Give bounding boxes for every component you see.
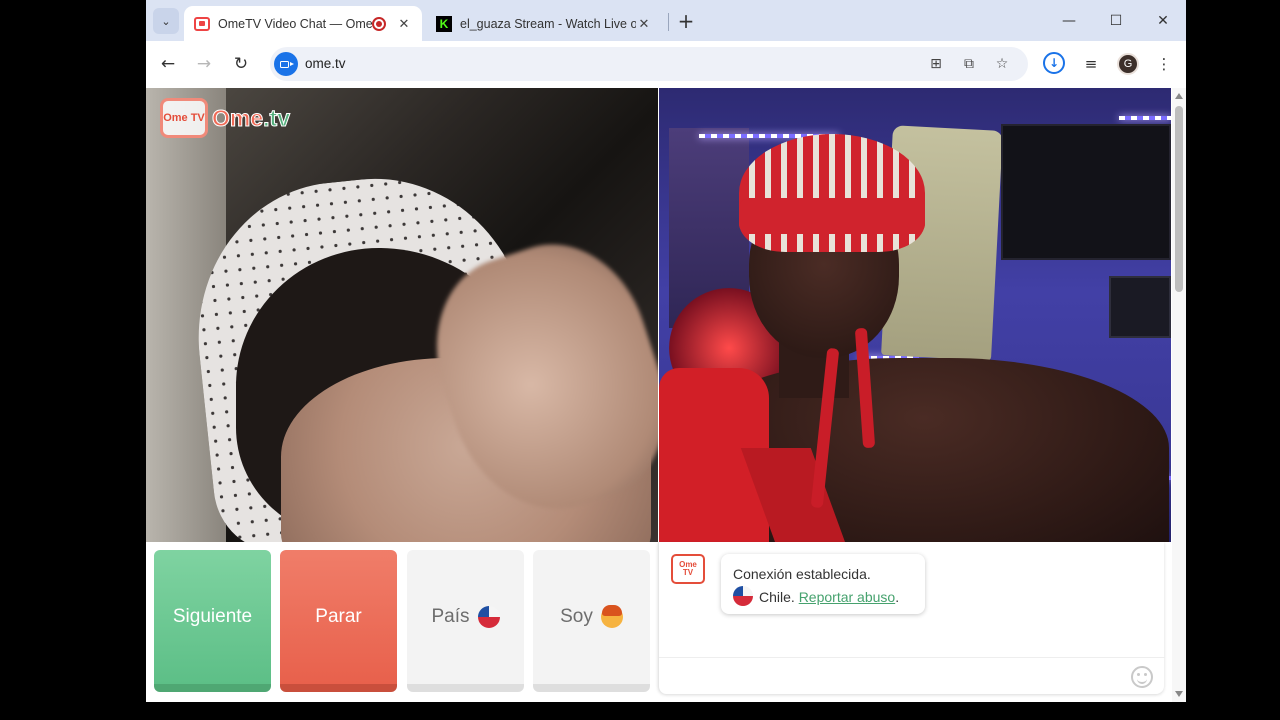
browser-toolbar: ← → ↻ ome.tv ⊞ ⧉ ☆ ↓ ≡ G ⋮ [146,41,1186,88]
recording-icon [372,16,386,31]
logo-text: Ome.tv [211,104,291,132]
country-button[interactable]: País [407,550,524,692]
close-tab-icon[interactable]: ✕ [636,16,652,32]
scroll-up-icon[interactable] [1175,93,1183,99]
gender-label: Soy [560,606,593,627]
next-button[interactable]: Siguiente [154,550,271,692]
page-scrollbar[interactable] [1172,88,1186,702]
kick-favicon-icon: K [436,15,452,32]
remote-video [659,88,1171,542]
chat-input[interactable] [659,657,1165,694]
close-tab-icon[interactable]: ✕ [396,16,412,32]
ometv-favicon-icon [194,16,210,31]
chile-flag-icon [477,606,500,628]
logo-text-main: Ome [211,104,264,131]
connection-status: Conexión establecida. [733,566,871,582]
profile-button[interactable]: G [1116,52,1140,76]
tab-kick[interactable]: K el_guaza Stream - Watch Live on Kick ✕ [426,6,662,41]
maximize-icon[interactable]: ☐ [1101,8,1131,34]
tab-title: el_guaza Stream - Watch Live on Kick [460,16,636,31]
new-tab-button[interactable]: + [674,9,698,33]
address-bar[interactable]: ome.tv ⊞ ⧉ ☆ [270,47,1028,81]
download-icon[interactable]: ↓ [1043,52,1065,74]
reload-icon[interactable]: ↻ [228,51,254,77]
menu-icon[interactable]: ⋮ [1152,52,1176,76]
person-emoji-icon [600,605,623,628]
back-icon[interactable]: ← [155,51,181,77]
logo-text-tv: .tv [263,104,291,131]
country-label: País [431,606,470,627]
install-app-icon[interactable]: ⧉ [960,55,978,73]
ometv-logo: Ome TV Ome.tv [160,98,290,138]
tab-strip: ⌄ OmeTV Video Chat — OmeTV ✕ K el_guaza … [146,0,1186,41]
chile-flag-icon [733,586,753,606]
tab-ometv[interactable]: OmeTV Video Chat — OmeTV ✕ [184,6,422,41]
chat-panel: Ome TV Conexión establecida. Chile. Repo… [658,542,1165,694]
bookmark-star-icon[interactable]: ☆ [993,55,1011,73]
forward-icon[interactable]: → [191,51,217,77]
knit-hat [739,134,925,252]
site-camera-icon[interactable] [274,52,298,76]
minimize-icon[interactable]: — [1054,8,1084,34]
translate-icon[interactable]: ⊞ [927,55,945,73]
poster [1109,276,1171,338]
chat-logo-icon: Ome TV [671,554,705,584]
partner-country: Chile. [759,589,795,605]
tab-search-icon[interactable]: ⌄ [153,8,179,34]
close-window-icon[interactable]: ✕ [1148,8,1178,34]
tab-title: OmeTV Video Chat — OmeTV [218,16,372,31]
tab-divider [668,13,669,31]
local-video: Ome TV Ome.tv [146,88,658,542]
period: . [895,589,900,605]
browser-window: ⌄ OmeTV Video Chat — OmeTV ✕ K el_guaza … [146,0,1186,702]
logo-badge: Ome TV [160,98,208,138]
avatar: G [1117,53,1139,75]
emoji-picker-icon[interactable] [1131,666,1153,688]
scroll-thumb[interactable] [1175,106,1183,292]
led-strip [1119,116,1171,120]
system-message: Conexión establecida. Chile. Reportar ab… [721,554,925,614]
wall-tv [1001,124,1171,260]
stop-button[interactable]: Parar [280,550,397,692]
scroll-down-icon[interactable] [1175,691,1183,697]
page-content: Ome TV Ome.tv Siguiente Parar País Soy O… [146,88,1186,702]
url-text[interactable]: ome.tv [305,56,346,71]
partner-country-line: Chile. Reportar abuso. [733,586,913,609]
gender-button[interactable]: Soy [533,550,650,692]
hat-band [739,198,925,234]
media-control-icon[interactable]: ≡ [1079,52,1103,76]
report-abuse-link[interactable]: Reportar abuso [799,589,896,605]
